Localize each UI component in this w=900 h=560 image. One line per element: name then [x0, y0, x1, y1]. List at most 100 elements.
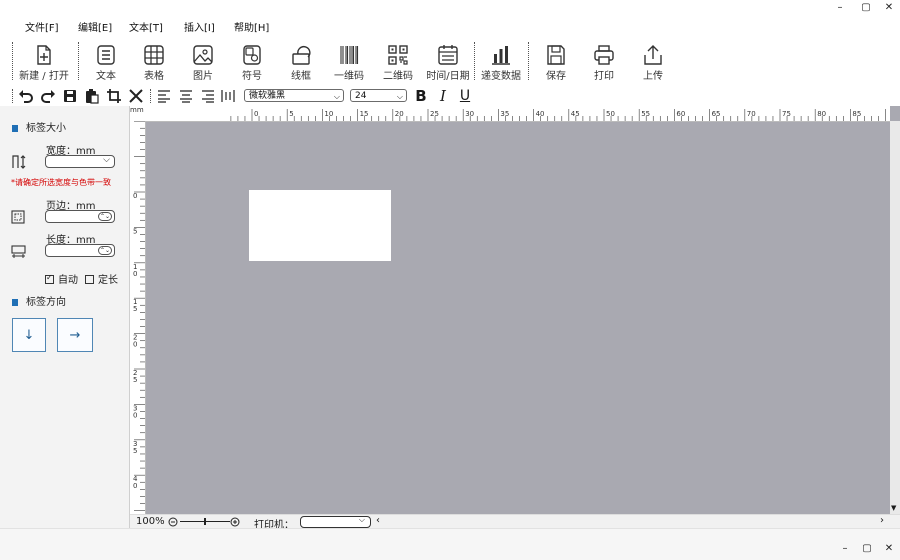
ruler-unit: mm: [130, 106, 145, 121]
zoom-slider-thumb[interactable]: [204, 518, 206, 525]
length-input[interactable]: ⌃⌄: [45, 244, 115, 257]
italic-button[interactable]: I: [435, 88, 451, 104]
qrcode-icon: [386, 43, 410, 67]
text-spacing-icon: [221, 90, 235, 102]
second-minimize-button[interactable]: –: [836, 541, 854, 555]
close-x-icon: [129, 89, 143, 103]
datetime-tool-button[interactable]: 时间/日期: [422, 38, 474, 84]
minimize-button[interactable]: –: [831, 0, 849, 14]
margin-spinner[interactable]: ⌃⌄: [98, 212, 112, 221]
scroll-down-icon[interactable]: ▼: [891, 504, 896, 512]
justify-button[interactable]: [220, 88, 236, 104]
label-page[interactable]: [249, 190, 391, 261]
menu-bar: 文件[F] 编辑[E] 文本[T] 插入[I] 帮助[H]: [0, 14, 900, 39]
ruler-tick-label: 10: [324, 110, 333, 118]
paste-icon: [86, 89, 99, 104]
checkbox-icon: [85, 275, 94, 284]
align-center-icon: [180, 90, 192, 103]
ruler-tick-label: 65: [712, 110, 721, 118]
zoom-in-icon[interactable]: [230, 517, 240, 527]
direction-down-button[interactable]: ↓: [12, 318, 46, 352]
ruler-tick-label: 25: [430, 110, 439, 118]
ruler-tick-label: 0: [133, 270, 137, 278]
menu-file[interactable]: 文件[F]: [25, 19, 59, 34]
underline-button[interactable]: U: [457, 88, 473, 104]
ruler-tick-label: 50: [606, 110, 615, 118]
ruler-tick-label: 0: [133, 482, 137, 490]
chevron-down-icon: ⌵: [358, 515, 365, 524]
image-icon: [191, 43, 215, 67]
scroll-left-icon[interactable]: ‹: [376, 515, 380, 526]
auto-checkbox[interactable]: ✓ 自动: [45, 271, 78, 286]
redo-icon: [41, 90, 55, 103]
arrow-right-icon: →: [69, 327, 81, 343]
bold-button[interactable]: B: [413, 88, 429, 104]
upload-button[interactable]: 上传: [627, 38, 679, 84]
margin-icon: [11, 210, 25, 224]
font-size-select[interactable]: 24 ⌵: [350, 89, 407, 102]
upload-label: 上传: [643, 71, 663, 82]
horizontal-ruler: 0 5 10 15 20 25 30 35 40 45 50 55 60 65 70 75 80 85: [145, 106, 890, 122]
fixed-length-checkbox[interactable]: 定长: [85, 271, 118, 286]
align-left-icon: [158, 90, 170, 103]
ruler-tick-label: 5: [133, 447, 137, 455]
vertical-ruler: 0510152025303540: [130, 121, 146, 514]
new-open-button[interactable]: 新建 / 打开: [18, 38, 70, 84]
ruler-tick-label: 0: [133, 411, 137, 419]
ruler-tick-label: 80: [817, 110, 826, 118]
redo-button[interactable]: [40, 88, 56, 104]
arrow-down-icon: ↓: [23, 327, 35, 343]
scroll-right-icon[interactable]: ›: [880, 515, 884, 526]
align-left-button[interactable]: [156, 88, 172, 104]
font-family-select[interactable]: 微软雅黑 ⌵: [244, 89, 344, 102]
ruler-tick-label: 15: [360, 110, 369, 118]
ruler-tick-label: 35: [500, 110, 509, 118]
chevron-down-icon: ⌵: [103, 155, 110, 165]
paste-button[interactable]: [84, 88, 100, 104]
length-icon: [11, 244, 27, 258]
vertical-scrollbar[interactable]: ▼: [890, 121, 900, 514]
menu-edit[interactable]: 编辑[E]: [78, 19, 112, 34]
menu-help[interactable]: 帮助[H]: [234, 19, 269, 34]
calendar-icon: [436, 43, 460, 67]
close-button[interactable]: ✕: [880, 0, 898, 14]
symbol-icon: [240, 43, 264, 67]
series-tool-button[interactable]: 递变数据: [475, 38, 527, 84]
align-right-button[interactable]: [200, 88, 216, 104]
width-warning: *请确定所选宽度与色带一致: [11, 178, 111, 187]
undo-button[interactable]: [18, 88, 34, 104]
direction-right-button[interactable]: →: [57, 318, 93, 352]
width-select[interactable]: ⌵: [45, 155, 115, 168]
length-spinner[interactable]: ⌃⌄: [98, 246, 112, 255]
second-maximize-button[interactable]: ▢: [858, 541, 876, 555]
ruler-tick-label: 60: [676, 110, 685, 118]
text-icon: [94, 43, 118, 67]
ruler-tick-label: 0: [254, 110, 258, 118]
printer-icon: [592, 43, 616, 67]
label-properties-panel: 标签大小 宽度：mm ⌵ *请确定所选宽度与色带一致 页边：mm ⌃⌄ 长度：m…: [0, 106, 130, 528]
align-right-icon: [202, 90, 214, 103]
delete-button[interactable]: [128, 88, 144, 104]
new-file-icon: [32, 43, 56, 67]
ruler-tick-label: 20: [395, 110, 404, 118]
format-toolbar: 微软雅黑 ⌵ 24 ⌵ B I U: [0, 86, 900, 107]
second-close-button[interactable]: ✕: [880, 541, 898, 555]
font-size-value: 24: [355, 91, 367, 101]
design-canvas[interactable]: [130, 106, 900, 514]
menu-text[interactable]: 文本[T]: [129, 19, 163, 34]
crop-button[interactable]: [106, 88, 122, 104]
zoom-out-icon[interactable]: [168, 517, 178, 527]
copy-button[interactable]: [62, 88, 78, 104]
maximize-button[interactable]: ▢: [857, 0, 875, 14]
printer-select[interactable]: ⌵: [300, 515, 371, 528]
ruler-tick-label: 85: [852, 110, 861, 118]
menu-insert[interactable]: 插入[I]: [184, 19, 215, 34]
checkbox-checked-icon: ✓: [45, 273, 54, 284]
width-icon: [11, 155, 27, 169]
margin-input[interactable]: ⌃⌄: [45, 210, 115, 223]
table-icon: [142, 43, 166, 67]
align-center-button[interactable]: [178, 88, 194, 104]
undo-icon: [19, 90, 33, 103]
format-toolbar-grip: [12, 89, 13, 103]
font-family-value: 微软雅黑: [249, 91, 286, 101]
